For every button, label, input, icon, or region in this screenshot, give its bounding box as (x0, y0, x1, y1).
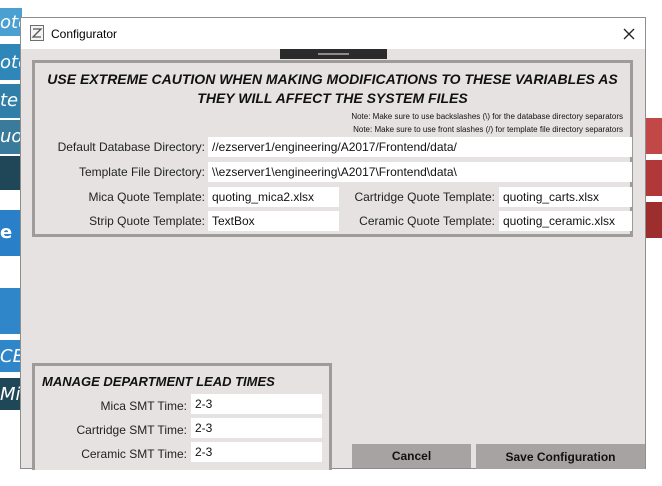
bg-red-block (645, 202, 662, 238)
mica-template-label: Mica Quote Template: (88, 190, 205, 204)
strip-template-field[interactable] (208, 211, 339, 231)
cartridge-smt-label: Cartridge SMT Time: (76, 423, 187, 437)
note-front-slashes: Note: Make sure to use front slashes (/)… (353, 125, 623, 134)
db-dir-field[interactable] (208, 137, 632, 157)
title-bar[interactable]: Configurator (21, 18, 645, 49)
configurator-window: Configurator USE EXTREME CAUTION WHEN MA… (20, 17, 646, 470)
bg-tile (0, 288, 22, 334)
ceramic-template-field[interactable] (499, 211, 632, 231)
ceramic-smt-label: Ceramic SMT Time: (81, 447, 187, 461)
bg-tile: CE (0, 340, 22, 372)
warning-line-2: THEY WILL AFFECT THE SYSTEM FILES (197, 90, 468, 106)
bg-tile: ote (0, 44, 22, 80)
ceramic-template-label: Ceramic Quote Template: (359, 214, 495, 228)
template-dir-label: Template File Directory: (78, 165, 205, 179)
mica-smt-field[interactable] (191, 394, 322, 414)
variables-panel: USE EXTREME CAUTION WHEN MAKING MODIFICA… (32, 60, 633, 237)
bg-tile: te (0, 84, 22, 118)
cartridge-template-field[interactable] (499, 187, 632, 207)
drag-handle[interactable] (280, 49, 387, 59)
bg-tile (0, 156, 22, 190)
ceramic-smt-field[interactable] (191, 442, 322, 462)
bg-tile: ote (0, 8, 22, 36)
save-configuration-button[interactable]: Save Configuration (476, 444, 645, 469)
mica-template-field[interactable] (208, 187, 339, 207)
close-button[interactable] (613, 18, 645, 49)
warning-line-1: USE EXTREME CAUTION WHEN MAKING MODIFICA… (47, 71, 618, 87)
lead-times-title: MANAGE DEPARTMENT LEAD TIMES (42, 374, 275, 389)
cartridge-template-label: Cartridge Quote Template: (354, 190, 495, 204)
close-icon (623, 28, 635, 39)
mica-smt-label: Mica SMT Time: (100, 399, 187, 413)
window-title: Configurator (51, 27, 118, 41)
note-backslashes: Note: Make sure to use backslashes (\) f… (351, 112, 623, 121)
strip-template-label: Strip Quote Template: (89, 214, 205, 228)
db-dir-label: Default Database Directory: (57, 140, 205, 154)
bg-tile: Mis (0, 378, 22, 410)
bg-red-block (645, 160, 662, 196)
bg-red-block (645, 118, 662, 154)
template-dir-field[interactable] (208, 162, 632, 182)
cancel-button[interactable]: Cancel (352, 444, 471, 468)
bg-tile: uo (0, 120, 22, 154)
app-icon (29, 25, 45, 41)
cartridge-smt-field[interactable] (191, 418, 322, 438)
bg-tile: e (0, 210, 22, 256)
